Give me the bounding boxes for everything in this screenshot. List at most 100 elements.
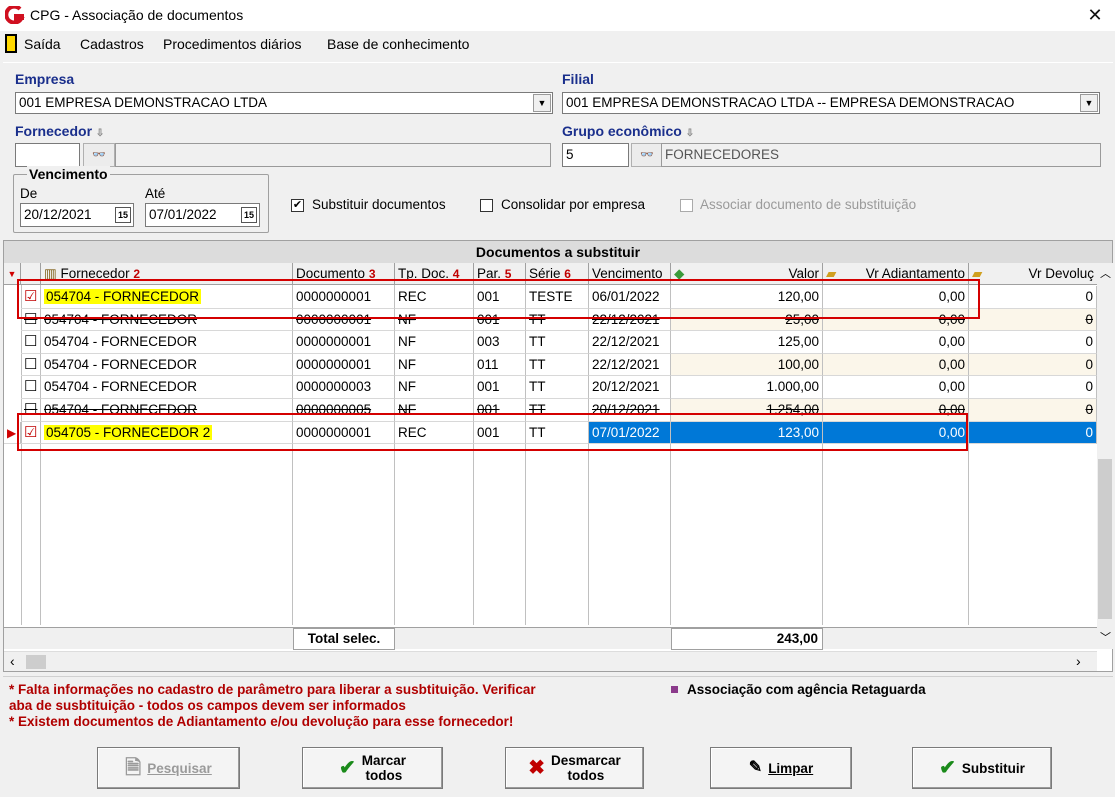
- empresa-value: 001 EMPRESA DEMONSTRACAO LTDA: [19, 95, 268, 110]
- de-label: De: [20, 186, 38, 201]
- table-cell: 0: [969, 376, 1097, 399]
- desmarcar-todos-button[interactable]: ✖ Desmarcar todos: [505, 747, 644, 789]
- chevron-down-icon[interactable]: ▼: [1080, 94, 1098, 112]
- documents-grid: Documentos a substituir ▼ ▥ Fornecedor 2…: [3, 240, 1113, 672]
- cell-tp: NF: [398, 334, 416, 350]
- table-cell: 054704 - FORNECEDOR: [41, 376, 293, 399]
- substituir-button[interactable]: ✔ Substituir: [912, 747, 1052, 789]
- grupo-name-field: FORNECEDORES: [661, 143, 1101, 167]
- de-date-value: 20/12/2021: [24, 207, 92, 222]
- table-cell[interactable]: ☐: [21, 331, 41, 354]
- checkmark-icon: ✔: [338, 757, 356, 779]
- pesquisar-button[interactable]: 🗎 Pesquisar: [97, 747, 240, 789]
- menu-item-saida[interactable]: Saída: [24, 36, 61, 52]
- associar-checkbox[interactable]: [680, 199, 693, 212]
- menu-item-base-conhecimento[interactable]: Base de conhecimento: [327, 36, 469, 52]
- cell-fornecedor: 054704 - FORNECEDOR: [44, 356, 198, 372]
- table-cell[interactable]: ☐: [21, 353, 41, 377]
- chevron-up-icon[interactable]: ︿: [1100, 265, 1111, 281]
- table-cell: 0,00: [823, 376, 969, 399]
- marcar-todos-button[interactable]: ✔ Marcar todos: [302, 747, 443, 789]
- grupo-economico-label: Grupo econômico ⇩: [562, 123, 695, 139]
- col-vr-devolucao[interactable]: ▰ Vr Devoluç: [969, 263, 1097, 285]
- calendar-icon[interactable]: 15: [115, 207, 131, 223]
- table-cell: NF: [395, 331, 474, 354]
- cell-valor: 125,00: [777, 334, 819, 350]
- app-logo-icon: [5, 6, 25, 24]
- table-row[interactable]: ☐ 054704 - FORNECEDOR 0000000001 NF 003 TT 22/…: [4, 331, 1097, 354]
- cell-devol: 0: [1085, 334, 1093, 350]
- binoculars-search-icon[interactable]: 👓: [631, 143, 663, 167]
- chevron-left-icon[interactable]: ‹: [10, 653, 15, 669]
- consolidar-checkbox[interactable]: [480, 199, 493, 212]
- table-cell: 054704 - FORNECEDOR: [41, 331, 293, 354]
- chevron-down-icon[interactable]: ▼: [533, 94, 551, 112]
- cell-devol: 0: [1085, 379, 1093, 395]
- cell-venc: 22/12/2021: [592, 334, 660, 350]
- fornecedor-code-input[interactable]: [15, 143, 80, 167]
- consolidar-label: Consolidar por empresa: [501, 197, 646, 212]
- table-cell: 22/12/2021: [589, 331, 671, 354]
- ate-date-value: 07/01/2022: [149, 207, 217, 222]
- menu-item-procedimentos[interactable]: Procedimentos diários: [163, 36, 302, 52]
- de-date-input[interactable]: 20/12/2021 15: [20, 203, 134, 227]
- table-cell: NF: [395, 353, 474, 377]
- annotation-box: [17, 413, 968, 451]
- total-label: Total selec.: [293, 628, 395, 650]
- note-line-2: aba de susbtituição - todos os campos de…: [9, 698, 406, 713]
- substituir-btn-label: Substituir: [961, 760, 1025, 776]
- row-checkbox: ☐: [24, 333, 38, 351]
- row-checkbox: ☐: [24, 355, 38, 373]
- cell-devol: 0: [1085, 356, 1093, 372]
- table-cell: 1.000,00: [671, 376, 823, 399]
- vertical-scrollbar[interactable]: ︿ ﹀: [1097, 263, 1113, 649]
- binoculars-search-icon[interactable]: 👓: [83, 143, 115, 167]
- table-cell: TT: [526, 331, 589, 354]
- cell-serie: TT: [529, 379, 546, 395]
- table-cell: 011: [474, 353, 526, 377]
- note-line-1: * Falta informações no cadastro de parâm…: [9, 682, 536, 697]
- cell-documento: 0000000001: [296, 334, 372, 350]
- table-cell: 0,00: [823, 331, 969, 354]
- chevron-right-icon[interactable]: ›: [1076, 653, 1081, 669]
- cell-devol: 0: [1085, 424, 1093, 440]
- horizontal-scrollbar[interactable]: ‹ ›: [4, 651, 1097, 671]
- lookup-hint-icon: ⇩: [685, 128, 695, 139]
- grupo-code-input[interactable]: 5: [562, 143, 629, 167]
- chevron-down-icon[interactable]: ﹀: [1100, 629, 1111, 645]
- cell-valor: 100,00: [777, 356, 819, 372]
- table-cell: 100,00: [671, 353, 823, 377]
- table-cell: NF: [395, 376, 474, 399]
- menu-bar: Saída Cadastros Procedimentos diários Ba…: [0, 31, 1115, 57]
- calendar-icon[interactable]: 15: [241, 207, 257, 223]
- ate-date-input[interactable]: 07/01/2022 15: [145, 203, 260, 227]
- table-row[interactable]: ☐ 054704 - FORNECEDOR 0000000001 NF 011 TT 22/…: [4, 353, 1097, 377]
- table-cell[interactable]: ☐: [21, 376, 41, 399]
- lookup-hint-icon: ⇩: [95, 128, 105, 139]
- cell-fornecedor: 054704 - FORNECEDOR: [44, 379, 198, 395]
- table-row[interactable]: ☐ 054704 - FORNECEDOR 0000000003 NF 001 TT 20/…: [4, 376, 1097, 399]
- cell-tp: NF: [398, 379, 416, 395]
- table-cell: 0000000003: [293, 376, 395, 399]
- cell-serie: TT: [529, 334, 546, 350]
- legend-swatch: [671, 686, 678, 693]
- substituir-label: Substituir documentos: [312, 197, 446, 212]
- limpar-button[interactable]: ✎ Limpar: [710, 747, 852, 789]
- scroll-thumb[interactable]: [26, 655, 46, 669]
- empresa-select[interactable]: 001 EMPRESA DEMONSTRACAO LTDA ▼: [15, 92, 553, 114]
- exit-door-icon[interactable]: [5, 34, 17, 53]
- search-doc-icon: 🗎: [125, 757, 142, 779]
- table-cell: 0: [969, 421, 1097, 445]
- table-cell: 003: [474, 331, 526, 354]
- scroll-thumb[interactable]: [1098, 459, 1112, 619]
- close-button[interactable]: ✕: [1082, 3, 1108, 27]
- annotation-box: [17, 279, 980, 319]
- x-mark-icon: ✖: [528, 757, 545, 779]
- substituir-checkbox[interactable]: ✔: [291, 199, 304, 212]
- filial-select[interactable]: 001 EMPRESA DEMONSTRACAO LTDA -- EMPRESA…: [562, 92, 1100, 114]
- menu-item-cadastros[interactable]: Cadastros: [80, 36, 144, 52]
- cell-devol: 0: [1085, 402, 1093, 417]
- title-bar: CPG - Associação de documentos ✕: [0, 0, 1115, 31]
- associar-label: Associar documento de substituição: [700, 197, 917, 212]
- filial-value: 001 EMPRESA DEMONSTRACAO LTDA -- EMPRESA…: [566, 95, 1015, 110]
